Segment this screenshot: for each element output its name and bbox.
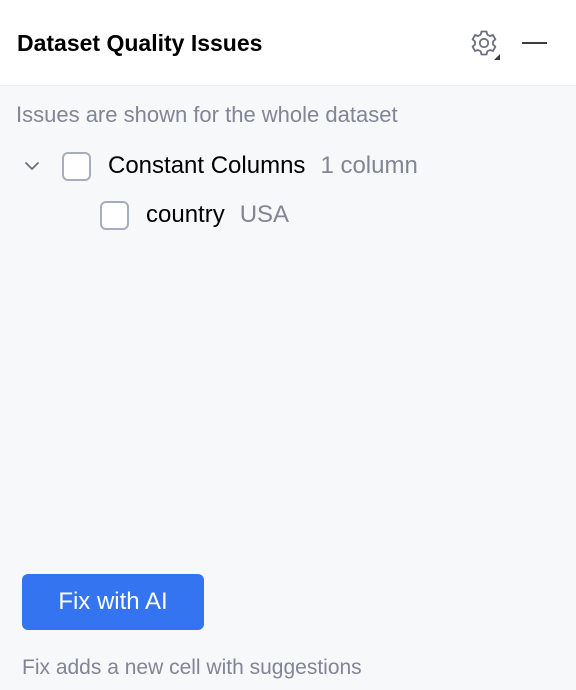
country-checkbox[interactable] <box>100 200 129 230</box>
settings-button[interactable] <box>466 27 502 61</box>
gear-icon <box>466 27 502 61</box>
minimize-button[interactable] <box>518 30 550 54</box>
tree-item-label: country <box>146 201 225 228</box>
tree-group-label: Constant Columns <box>108 152 306 179</box>
tree-group-count: 1 column <box>320 152 418 179</box>
fix-note: Fix adds a new cell with suggestions <box>22 656 362 679</box>
minimize-icon <box>522 42 547 44</box>
chevron-down-icon[interactable] <box>20 154 44 178</box>
info-text: Issues are shown for the whole dataset <box>16 102 398 127</box>
panel-header: Dataset Quality Issues <box>0 0 576 86</box>
panel-title: Dataset Quality Issues <box>17 30 263 56</box>
tree-item-value: USA <box>239 201 290 228</box>
constant-columns-checkbox[interactable] <box>62 151 91 181</box>
tree-group-constant-columns: Constant Columns 1 column <box>20 149 418 183</box>
tree-item-country: country USA <box>100 198 289 232</box>
fix-with-ai-button[interactable]: Fix with AI <box>22 574 204 630</box>
